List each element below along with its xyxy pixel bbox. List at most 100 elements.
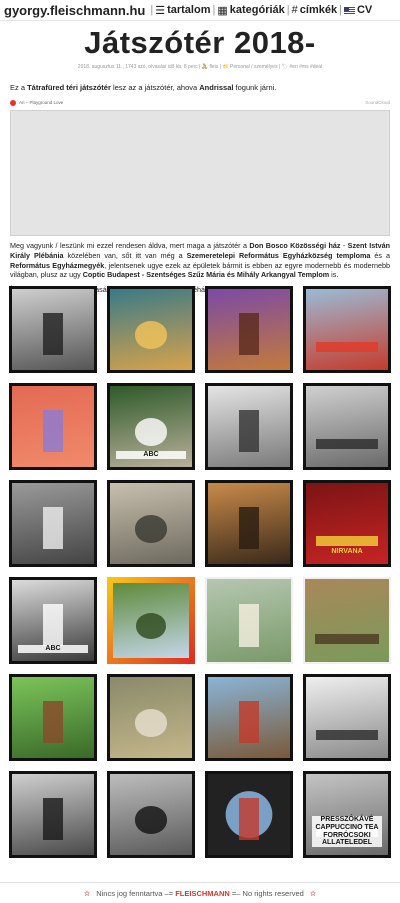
link-tatrafured-ter[interactable]: Tátrafüred téri játszótér [27,83,111,92]
photo-protest-signs[interactable]: PRESSZÓKÁVÉ CAPPUCCINO TEA FORRÓCSOKI AL… [303,771,391,858]
nav-label-kategoriak: kategóriák [229,4,285,16]
photo-subject [43,507,63,550]
photo-shadow-on-pavement-bw[interactable] [107,771,195,858]
site-home-link[interactable]: gyorgy.fleischmann.hu [4,3,145,18]
photo-chain-swing[interactable] [205,480,293,567]
photo-playground-bw-figure[interactable] [9,286,97,373]
photo-sign-text: NIRVANA [331,548,363,556]
photo-image [306,386,388,467]
photo-tree-colour-frame[interactable] [107,577,195,664]
photo-apartment-building-bw[interactable] [205,383,293,470]
link-reformatus-egyhazmegyek[interactable]: Református Egyházmegyék [10,261,104,270]
photo-subject [134,321,168,349]
photo-red-slide-tower[interactable] [205,674,293,761]
nav-item-tartalom[interactable]: ☰ tartalom [155,4,210,17]
photo-nirvana-smiley-graffiti[interactable]: NIRVANA [303,480,391,567]
photo-abc-wall-bw[interactable]: ABC [9,577,97,664]
post-meta: 2018. augusztus 11., 1743 szó, olvasási … [77,64,323,70]
photo-park-trees[interactable] [303,577,391,664]
us-flag-icon [343,6,355,14]
soundcloud-logo-icon [10,99,16,106]
photo-house-with-trees-bw[interactable] [9,771,97,858]
nav-item-cimkek[interactable]: # címkék [292,4,337,16]
photo-climbing-frame-tree[interactable] [9,674,97,761]
star-icon: ✫ [83,888,91,898]
nav-separator: | [150,4,154,16]
nav-item-cv[interactable]: CV [343,4,373,16]
embed-header: Ari – Playground Love SoundCloud [10,98,390,107]
footer-pre: Nincs jog fenntartva –= [96,888,174,898]
photo-bench-under-tree[interactable] [107,480,195,567]
photo-subject [238,603,260,648]
photo-sign-text: ABC [18,645,88,653]
photo-sign-text: ABC [116,451,186,459]
soundcloud-embed: Ari – Playground Love SoundCloud [10,98,390,236]
intro-text: fogunk járni. [233,83,277,92]
grid-icon: ▦ [217,4,228,17]
link-szemeretelepi-templom[interactable]: Szemeretelepi Református Egyházközség te… [187,251,371,260]
photo-graffiti-box-bw[interactable] [9,480,97,567]
nav-item-kategoriak[interactable]: ▦ kategóriák [217,4,284,17]
link-don-bosco[interactable]: Don Bosco Közösségi ház [249,241,340,250]
photo-subject [239,410,259,453]
top-navigation-bar: gyorgy.fleischmann.hu | ☰ tartalom | ▦ k… [0,0,400,21]
nav-label-cv: CV [356,4,373,16]
photo-sign-text: PRESSZÓKÁVÉ CAPPUCCINO TEA FORRÓCSOKI AL… [312,816,382,847]
intro-text: lesz az a játszótér, ahova [110,83,200,92]
photo-subject [315,633,379,644]
photo-toy-tub-trash[interactable] [107,674,195,761]
intro-text: Ez a [10,83,28,92]
photo-subject [134,515,168,543]
photo-subject [239,798,259,841]
photo-subject [315,342,379,353]
nav-label-cimkek: címkék [299,4,338,16]
body-text: közelében van, sőt itt van még a [63,250,187,260]
photo-subject [134,806,168,834]
photo-subject [43,604,63,647]
photo-abc-house[interactable]: ABC [107,383,195,470]
photo-green-house[interactable] [205,577,293,664]
body-text: - [340,241,348,250]
photo-subject [43,701,63,744]
intro-paragraph: Ez a Tátrafüred téri játszótér lesz az a… [10,83,390,92]
photo-subject [315,536,379,547]
photo-park-bench-bw[interactable] [303,383,391,470]
photo-subject [315,439,379,450]
photo-fisheye-playground[interactable] [205,771,293,858]
footer: ✫ Nincs jog fenntartva –= FLEISCHMANN =–… [0,882,400,903]
photo-red-blue-seesaw[interactable] [303,286,391,373]
list-icon: ☰ [155,4,166,17]
photo-wooden-swing-frame[interactable] [205,286,293,373]
link-coptic-budapest[interactable]: Coptic Budapest - Szentséges Szűz Mária … [83,270,329,279]
nav-separator: | [339,4,342,16]
body-text: és a [370,250,390,260]
photo-subject [43,313,63,356]
nav-separator: | [212,4,216,16]
link-andris[interactable]: Andrissal [199,83,233,92]
photo-subject [239,701,259,744]
page-title: Játszótér 2018- [84,25,316,60]
body-text: is. [329,270,339,280]
nav-label-tartalom: tartalom [167,4,211,16]
photo-fish-spring-rider[interactable] [107,286,195,373]
photo-image [306,289,388,370]
photo-subject [134,709,168,737]
star-icon: ✫ [309,888,317,898]
nav-separator: | [286,4,290,16]
photo-round-bench-bw[interactable] [303,674,391,761]
photo-subject [315,730,379,741]
photo-gallery: ABC NIRVANA ABC PRESSZÓKÁVÉ CAPPUCCINO TEA … [9,286,391,858]
embed-track-title[interactable]: Ari – Playground Love [19,100,63,105]
photo-subject [43,798,63,841]
hashtag-icon: # [291,4,298,16]
footer-post: =– No rights reserved [231,888,304,898]
photo-subject [43,410,63,453]
photo-subject [239,313,259,356]
embed-provider: SoundCloud [365,100,390,105]
audio-player[interactable] [10,110,390,236]
photo-painted-hopscotch-figure[interactable] [9,383,97,470]
photo-subject [239,507,259,550]
photo-image [306,677,388,758]
body-text: Meg vagyunk / leszünk mi ezzel rendesen … [10,241,250,250]
footer-name[interactable]: FLEISCHMANN [175,889,230,898]
